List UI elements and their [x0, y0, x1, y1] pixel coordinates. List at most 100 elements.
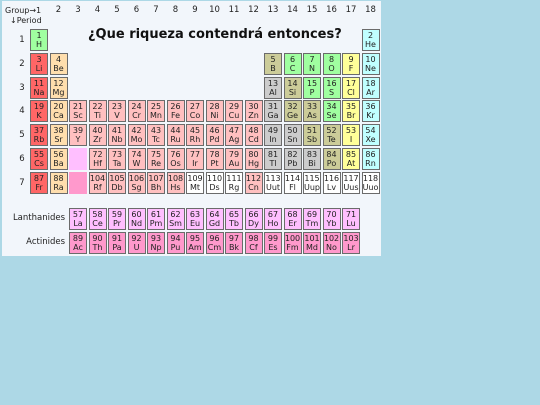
element-cell[interactable]: 80 Hg: [244, 148, 263, 170]
element-cell[interactable]: 85 At: [342, 148, 360, 170]
element-cell[interactable]: 20 Ca: [49, 100, 68, 123]
element-cell[interactable]: 82 Pb: [283, 148, 302, 170]
element-cell[interactable]: 61 Pm: [147, 208, 165, 230]
element-cell[interactable]: 38 Sr: [49, 124, 68, 147]
element-cell[interactable]: 49 In: [264, 124, 282, 147]
element-cell[interactable]: 96 Cm: [205, 232, 224, 254]
element-cell[interactable]: 48 Cd: [244, 124, 263, 147]
element-cell[interactable]: 107 Bh: [147, 171, 165, 194]
element-cell[interactable]: 34 Se: [322, 100, 341, 123]
element-cell[interactable]: 78 Pt: [205, 148, 224, 170]
element-cell[interactable]: 104 Rf: [88, 171, 107, 194]
element-cell[interactable]: 105 Db: [108, 171, 126, 194]
element-cell[interactable]: 54 Xe: [361, 124, 380, 147]
element-cell[interactable]: 14 Si: [283, 76, 302, 99]
element-cell[interactable]: 79 Au: [225, 148, 243, 170]
element-cell[interactable]: 9F: [342, 52, 360, 75]
element-cell[interactable]: 94 Pu: [166, 232, 185, 254]
element-cell[interactable]: 47 Ag: [225, 124, 243, 147]
element-cell[interactable]: 15 P: [303, 76, 321, 99]
element-cell[interactable]: 114 Fl: [283, 171, 302, 194]
element-cell[interactable]: 86 Rn: [361, 148, 380, 170]
element-cell[interactable]: 2 He: [361, 29, 380, 51]
element-cell[interactable]: 21 Sc: [69, 100, 87, 123]
element-cell[interactable]: 16 S: [322, 76, 341, 99]
element-cell[interactable]: 62 Sm: [166, 208, 185, 230]
element-cell[interactable]: 39 Y: [69, 124, 87, 147]
element-cell[interactable]: 64 Gd: [205, 208, 224, 230]
element-cell[interactable]: 32 Ge: [283, 100, 302, 123]
element-cell[interactable]: 106 Sg: [127, 171, 146, 194]
element-cell[interactable]: 118 Uuo: [361, 171, 380, 194]
element-cell[interactable]: 93 Np: [147, 232, 165, 254]
element-cell[interactable]: 8O: [322, 52, 341, 75]
element-cell[interactable]: 71 Lu: [342, 208, 360, 230]
element-cell[interactable]: 18 Ar: [361, 76, 380, 99]
element-cell[interactable]: 87 Fr: [30, 171, 48, 194]
element-cell[interactable]: 97 Bk: [225, 232, 243, 254]
element-cell[interactable]: 19 K: [30, 100, 48, 123]
element-cell[interactable]: 83 Bi: [303, 148, 321, 170]
element-cell[interactable]: 116 Lv: [322, 171, 341, 194]
element-cell[interactable]: 59 Pr: [108, 208, 126, 230]
element-cell[interactable]: 113 Uut: [264, 171, 282, 194]
element-cell[interactable]: 7N: [303, 52, 321, 75]
element-cell[interactable]: 117 Uus: [342, 171, 360, 194]
element-cell[interactable]: 68 Er: [283, 208, 302, 230]
element-cell[interactable]: 50 Sn: [283, 124, 302, 147]
element-cell[interactable]: 110 Ds: [205, 171, 224, 194]
element-cell[interactable]: 77 Ir: [186, 148, 204, 170]
element-cell[interactable]: 99 Es: [264, 232, 282, 254]
element-cell[interactable]: 52 Te: [322, 124, 341, 147]
element-cell[interactable]: 26 Fe: [166, 100, 185, 123]
element-cell[interactable]: 65 Tb: [225, 208, 243, 230]
element-cell[interactable]: 46 Pd: [205, 124, 224, 147]
element-cell[interactable]: 1H: [30, 29, 48, 51]
element-cell[interactable]: 36 Kr: [361, 100, 380, 123]
element-cell[interactable]: 75 Re: [147, 148, 165, 170]
element-cell[interactable]: 81 Tl: [264, 148, 282, 170]
element-cell[interactable]: 95 Am: [186, 232, 204, 254]
element-cell[interactable]: 108 Hs: [166, 171, 185, 194]
element-cell[interactable]: 13 Al: [264, 76, 282, 99]
element-cell[interactable]: 12 Mg: [49, 76, 68, 99]
element-cell[interactable]: 67 Ho: [264, 208, 282, 230]
element-cell[interactable]: 76 Os: [166, 148, 185, 170]
element-cell[interactable]: 70 Yb: [322, 208, 341, 230]
element-cell[interactable]: 24 Cr: [127, 100, 146, 123]
element-cell[interactable]: 10 Ne: [361, 52, 380, 75]
element-cell[interactable]: 6C: [283, 52, 302, 75]
element-cell[interactable]: 102 No: [322, 232, 341, 254]
element-cell[interactable]: 89 Ac: [69, 232, 87, 254]
element-cell[interactable]: 66 Dy: [244, 208, 263, 230]
element-cell[interactable]: 23 V: [108, 100, 126, 123]
element-cell[interactable]: 100 Fm: [283, 232, 302, 254]
element-cell[interactable]: 57 La: [69, 208, 87, 230]
element-cell[interactable]: 101 Md: [303, 232, 321, 254]
element-cell[interactable]: 11 Na: [30, 76, 48, 99]
element-cell[interactable]: 51 Sb: [303, 124, 321, 147]
element-cell[interactable]: 55 Cs: [30, 148, 48, 170]
element-cell[interactable]: 27 Co: [186, 100, 204, 123]
element-cell[interactable]: 40 Zr: [88, 124, 107, 147]
element-cell[interactable]: 25 Mn: [147, 100, 165, 123]
element-cell[interactable]: 112 Cn: [244, 171, 263, 194]
element-cell[interactable]: 74 W: [127, 148, 146, 170]
element-cell[interactable]: 35 Br: [342, 100, 360, 123]
element-cell[interactable]: 63 Eu: [186, 208, 204, 230]
element-cell[interactable]: 58 Ce: [88, 208, 107, 230]
element-cell[interactable]: 44 Ru: [166, 124, 185, 147]
element-cell[interactable]: 60 Nd: [127, 208, 146, 230]
element-cell[interactable]: 28 Ni: [205, 100, 224, 123]
element-cell[interactable]: 30 Zn: [244, 100, 263, 123]
element-cell[interactable]: 92 U: [127, 232, 146, 254]
element-cell[interactable]: 37 Rb: [30, 124, 48, 147]
element-cell[interactable]: 109 Mt: [186, 171, 204, 194]
element-cell[interactable]: 43 Tc: [147, 124, 165, 147]
element-cell[interactable]: 88 Ra: [49, 171, 68, 194]
element-cell[interactable]: 17 Cl: [342, 76, 360, 99]
element-cell[interactable]: 115 Uup: [303, 171, 321, 194]
element-cell[interactable]: 29 Cu: [225, 100, 243, 123]
element-cell[interactable]: 73 Ta: [108, 148, 126, 170]
element-cell[interactable]: 53 I: [342, 124, 360, 147]
